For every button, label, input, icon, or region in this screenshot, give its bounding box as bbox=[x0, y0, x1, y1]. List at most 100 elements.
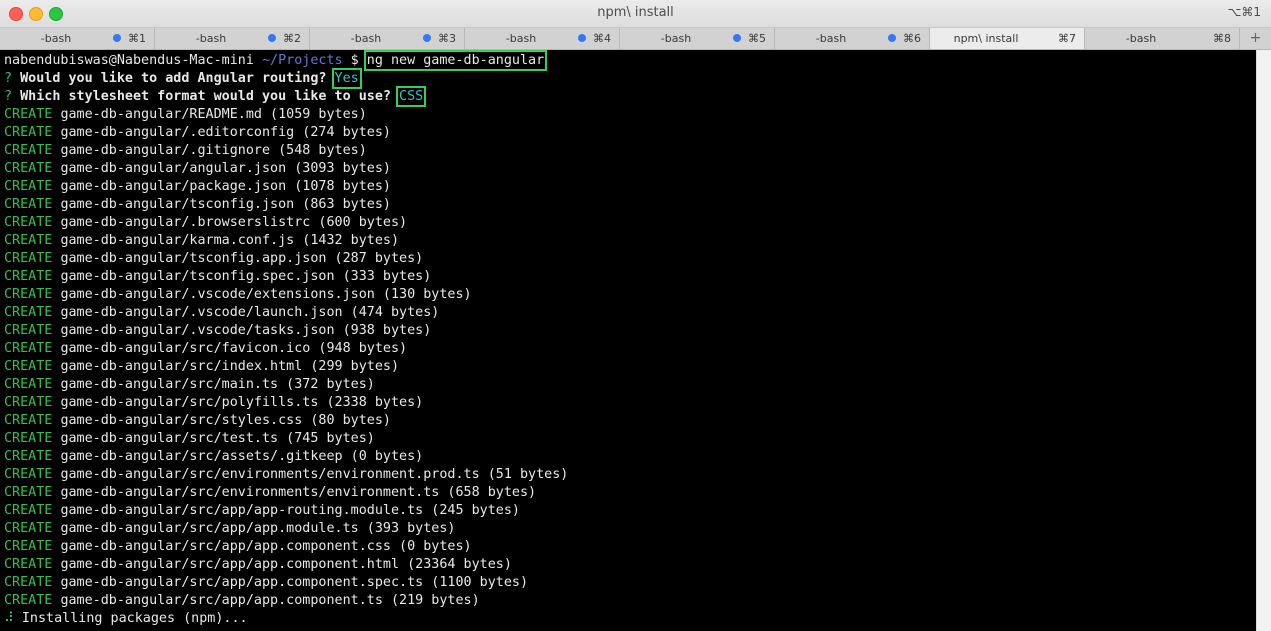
create-line: CREATE game-db-angular/src/assets/.gitke… bbox=[4, 448, 423, 466]
create-line: CREATE game-db-angular/tsconfig.json (86… bbox=[4, 196, 391, 214]
tab-7[interactable]: npm\ install ⌘7 bbox=[930, 28, 1085, 49]
create-label: CREATE bbox=[4, 467, 53, 482]
activity-dot-icon bbox=[423, 34, 431, 42]
question-line: ? Which stylesheet format would you like… bbox=[4, 86, 431, 107]
tab-shortcut: ⌘4 bbox=[593, 32, 611, 45]
create-line: CREATE game-db-angular/src/index.html (2… bbox=[4, 358, 399, 376]
created-file: game-db-angular/src/environments/environ… bbox=[60, 467, 569, 482]
tab-shortcut: ⌘1 bbox=[128, 32, 146, 45]
create-label: CREATE bbox=[4, 503, 53, 518]
tab-2[interactable]: -bash ⌘2 bbox=[155, 28, 310, 49]
tab-shortcut: ⌘7 bbox=[1058, 32, 1076, 45]
tab-label: -bash bbox=[1125, 32, 1157, 45]
create-line: CREATE game-db-angular/karma.conf.js (14… bbox=[4, 232, 399, 250]
created-file: game-db-angular/src/assets/.gitkeep (0 b… bbox=[60, 449, 424, 464]
terminal-scrollbar[interactable] bbox=[1256, 50, 1271, 631]
window-title: npm\ install bbox=[597, 5, 674, 20]
created-file: game-db-angular/src/index.html (299 byte… bbox=[60, 359, 400, 374]
created-file: game-db-angular/src/favicon.ico (948 byt… bbox=[60, 341, 408, 356]
tab-shortcut: ⌘8 bbox=[1213, 32, 1231, 45]
command-text: ng new game-db-angular bbox=[363, 50, 548, 71]
tab-5[interactable]: -bash ⌘5 bbox=[620, 28, 775, 49]
create-line: CREATE game-db-angular/src/environments/… bbox=[4, 466, 568, 484]
status-line: ⠼ Installing packages (npm)... bbox=[4, 610, 248, 628]
create-line: CREATE game-db-angular/.vscode/tasks.jso… bbox=[4, 322, 431, 340]
created-file: game-db-angular/tsconfig.json (863 bytes… bbox=[60, 197, 391, 212]
spinner-icon: ⠼ bbox=[4, 611, 14, 626]
created-file: game-db-angular/src/main.ts (372 bytes) bbox=[60, 377, 375, 392]
tab-label: npm\ install bbox=[953, 32, 1019, 45]
created-file: game-db-angular/.gitignore (548 bytes) bbox=[60, 143, 367, 158]
tab-label: -bash bbox=[350, 32, 382, 45]
question-marker: ? bbox=[4, 89, 13, 104]
tab-6[interactable]: -bash ⌘6 bbox=[775, 28, 930, 49]
create-label: CREATE bbox=[4, 251, 53, 266]
create-label: CREATE bbox=[4, 575, 53, 590]
create-label: CREATE bbox=[4, 125, 53, 140]
create-label: CREATE bbox=[4, 557, 53, 572]
create-line: CREATE game-db-angular/src/polyfills.ts … bbox=[4, 394, 423, 412]
question-marker: ? bbox=[4, 71, 13, 86]
prompt-cwd: ~/Projects bbox=[261, 53, 343, 68]
created-file: game-db-angular/angular.json (3093 bytes… bbox=[60, 161, 391, 176]
create-label: CREATE bbox=[4, 593, 53, 608]
created-file: game-db-angular/.vscode/launch.json (474… bbox=[60, 305, 440, 320]
question-text: Would you like to add Angular routing? bbox=[20, 71, 327, 86]
create-label: CREATE bbox=[4, 341, 53, 356]
created-file: game-db-angular/src/app/app.module.ts (3… bbox=[60, 521, 456, 536]
tab-1[interactable]: -bash ⌘1 bbox=[0, 28, 155, 49]
create-line: CREATE game-db-angular/tsconfig.app.json… bbox=[4, 250, 423, 268]
create-label: CREATE bbox=[4, 161, 53, 176]
create-line: CREATE game-db-angular/.browserslistrc (… bbox=[4, 214, 407, 232]
created-file: game-db-angular/src/app/app.component.cs… bbox=[60, 539, 472, 554]
prompt-line: nabendubiswas@Nabendus-Mac-mini ~/Projec… bbox=[4, 50, 548, 71]
create-label: CREATE bbox=[4, 233, 53, 248]
created-file: game-db-angular/src/app/app.component.ts… bbox=[60, 593, 480, 608]
create-line: CREATE game-db-angular/README.md (1059 b… bbox=[4, 106, 367, 124]
create-line: CREATE game-db-angular/src/styles.css (8… bbox=[4, 412, 391, 430]
create-label: CREATE bbox=[4, 431, 53, 446]
create-line: CREATE game-db-angular/angular.json (309… bbox=[4, 160, 391, 178]
create-line: CREATE game-db-angular/src/test.ts (745 … bbox=[4, 430, 375, 448]
create-label: CREATE bbox=[4, 215, 53, 230]
created-file: game-db-angular/src/environments/environ… bbox=[60, 485, 537, 500]
create-label: CREATE bbox=[4, 359, 53, 374]
tab-label: -bash bbox=[195, 32, 227, 45]
create-line: CREATE game-db-angular/.gitignore (548 b… bbox=[4, 142, 367, 160]
question-answer: CSS bbox=[396, 86, 427, 107]
create-line: CREATE game-db-angular/tsconfig.spec.jso… bbox=[4, 268, 431, 286]
create-label: CREATE bbox=[4, 143, 53, 158]
create-line: CREATE game-db-angular/src/app/app.compo… bbox=[4, 574, 528, 592]
created-file: game-db-angular/.vscode/extensions.json … bbox=[60, 287, 472, 302]
prompt-user-host: nabendubiswas@Nabendus-Mac-mini bbox=[4, 53, 254, 68]
created-file: game-db-angular/src/polyfills.ts (2338 b… bbox=[60, 395, 424, 410]
tab-8[interactable]: -bash ⌘8 bbox=[1085, 28, 1240, 49]
created-file: game-db-angular/src/app/app.component.sp… bbox=[60, 575, 529, 590]
window-titlebar[interactable]: npm\ install ⌥⌘1 bbox=[0, 0, 1271, 28]
window-shortcut: ⌥⌘1 bbox=[1227, 5, 1261, 19]
create-label: CREATE bbox=[4, 521, 53, 536]
created-file: game-db-angular/src/styles.css (80 bytes… bbox=[60, 413, 391, 428]
create-label: CREATE bbox=[4, 413, 53, 428]
create-label: CREATE bbox=[4, 485, 53, 500]
create-line: CREATE game-db-angular/src/environments/… bbox=[4, 484, 536, 502]
terminal-output[interactable]: nabendubiswas@Nabendus-Mac-mini ~/Projec… bbox=[0, 50, 1256, 631]
created-file: game-db-angular/karma.conf.js (1432 byte… bbox=[60, 233, 400, 248]
tab-4[interactable]: -bash ⌘4 bbox=[465, 28, 620, 49]
tab-3[interactable]: -bash ⌘3 bbox=[310, 28, 465, 49]
create-line: CREATE game-db-angular/src/app/app.compo… bbox=[4, 592, 480, 610]
created-file: game-db-angular/src/app/app-routing.modu… bbox=[60, 503, 520, 518]
question-answer: Yes bbox=[331, 68, 362, 89]
question-line: ? Would you like to add Angular routing?… bbox=[4, 68, 367, 89]
create-label: CREATE bbox=[4, 323, 53, 338]
create-line: CREATE game-db-angular/src/app/app.compo… bbox=[4, 556, 512, 574]
created-file: game-db-angular/src/app/app.component.ht… bbox=[60, 557, 512, 572]
created-file: game-db-angular/.vscode/tasks.json (938 … bbox=[60, 323, 432, 338]
create-label: CREATE bbox=[4, 197, 53, 212]
created-file: game-db-angular/.editorconfig (274 bytes… bbox=[60, 125, 391, 140]
prompt-symbol: $ bbox=[350, 53, 359, 68]
created-file: game-db-angular/tsconfig.spec.json (333 … bbox=[60, 269, 432, 284]
question-text: Which stylesheet format would you like t… bbox=[20, 89, 391, 104]
new-tab-button[interactable]: + bbox=[1240, 28, 1271, 49]
tab-shortcut: ⌘2 bbox=[283, 32, 301, 45]
